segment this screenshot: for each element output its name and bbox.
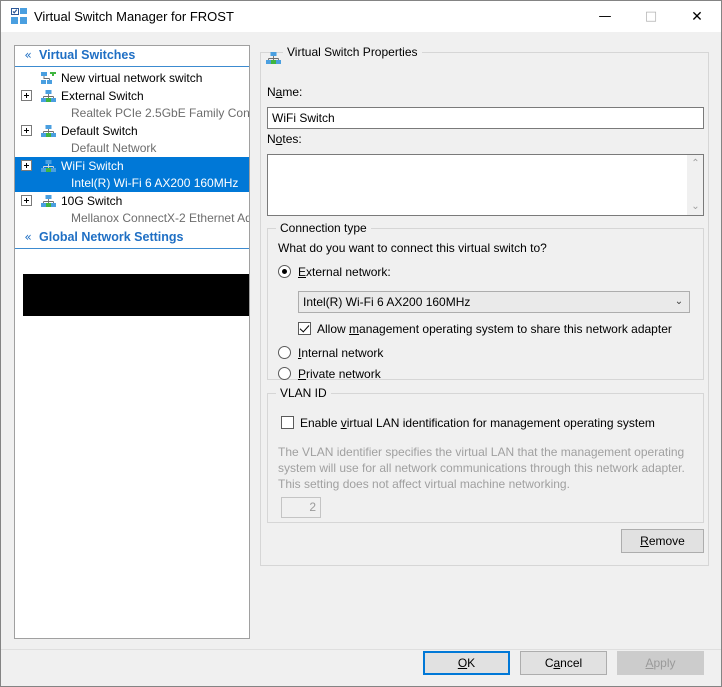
group-title: Connection type bbox=[276, 221, 371, 235]
tree-item-wifi-switch[interactable]: WiFi Switch bbox=[15, 157, 249, 175]
virtual-switch-manager-icon bbox=[11, 8, 28, 25]
group-title: Virtual Switch Properties bbox=[283, 45, 422, 59]
name-label: Name: bbox=[267, 85, 303, 99]
expand-icon[interactable] bbox=[21, 125, 32, 136]
tree-item-subtext: Intel(R) Wi-Fi 6 AX200 160MHz bbox=[71, 176, 239, 190]
tree-item-label: External Switch bbox=[61, 89, 144, 103]
radio-icon[interactable] bbox=[278, 265, 291, 278]
checkbox-icon[interactable] bbox=[281, 416, 294, 429]
virtual-switch-icon bbox=[266, 52, 281, 65]
expand-icon[interactable] bbox=[21, 90, 32, 101]
tree-item-subtext: Mellanox ConnectX-2 Ethernet Ad… bbox=[71, 211, 250, 225]
tree-item-default-switch[interactable]: Default Switch bbox=[15, 122, 249, 140]
virtual-switch-properties-group: Virtual Switch Properties Name: Notes: ⌃… bbox=[260, 45, 709, 566]
tree-item-label: 10G Switch bbox=[61, 194, 123, 208]
tree-item-10g-switch[interactable]: 10G Switch bbox=[15, 192, 249, 210]
close-button[interactable]: ✕ bbox=[674, 1, 720, 32]
tree-item-label: New virtual network switch bbox=[61, 71, 203, 85]
virtual-switch-manager-window: Virtual Switch Manager for FROST — □ ✕ «… bbox=[0, 0, 722, 687]
scroll-up-icon[interactable]: ⌃ bbox=[687, 155, 704, 172]
connection-type-group: Connection type What do you want to conn… bbox=[267, 221, 704, 381]
tree-section-label: Virtual Switches bbox=[39, 48, 136, 62]
ok-button[interactable]: OK bbox=[423, 651, 510, 675]
tree-item-subtext: Realtek PCIe 2.5GbE Family Contr… bbox=[71, 106, 250, 120]
vlan-id-spinner[interactable]: 2 bbox=[281, 497, 321, 518]
minimize-icon: — bbox=[598, 9, 612, 24]
maximize-button[interactable]: □ bbox=[628, 1, 674, 32]
notes-textarea[interactable]: ⌃ ⌄ bbox=[267, 154, 704, 216]
footer-separator bbox=[1, 649, 721, 650]
tree-item-external-switch[interactable]: External Switch bbox=[15, 87, 249, 105]
virtual-switch-icon bbox=[41, 125, 56, 138]
notes-label: Notes: bbox=[267, 132, 302, 146]
radio-label: External network: bbox=[298, 265, 391, 279]
apply-button[interactable]: Apply bbox=[617, 651, 704, 675]
minimize-button[interactable]: — bbox=[582, 1, 628, 32]
vlan-description: The VLAN identifier specifies the virtua… bbox=[278, 445, 685, 491]
checkbox-label: Allow management operating system to sha… bbox=[317, 322, 672, 336]
tree-item-new-virtual-network-switch[interactable]: New virtual network switch bbox=[15, 69, 249, 87]
window-title: Virtual Switch Manager for FROST bbox=[34, 9, 234, 24]
remove-button[interactable]: Remove bbox=[621, 529, 704, 553]
maximize-icon: □ bbox=[644, 9, 658, 24]
virtual-switches-tree[interactable]: « Virtual Switches New virtual network s… bbox=[14, 45, 250, 639]
tree-section-label: Global Network Settings bbox=[39, 230, 184, 244]
tree-item-label: WiFi Switch bbox=[61, 159, 124, 173]
external-adapter-select[interactable]: Intel(R) Wi-Fi 6 AX200 160MHz bbox=[298, 291, 690, 313]
redacted-region bbox=[23, 274, 249, 316]
title-bar: Virtual Switch Manager for FROST — □ ✕ bbox=[1, 1, 721, 32]
properties-pane: Virtual Switch Properties Name: Notes: ⌃… bbox=[260, 45, 709, 639]
tree-item-subtext: Default Network bbox=[71, 141, 157, 155]
tree-section-header-virtual-switches[interactable]: « Virtual Switches bbox=[15, 46, 249, 67]
switch-name-input[interactable] bbox=[267, 107, 704, 129]
expand-icon[interactable] bbox=[21, 195, 32, 206]
radio-icon[interactable] bbox=[278, 346, 291, 359]
radio-label: Internal network bbox=[298, 346, 384, 360]
tree-item-label: Default Switch bbox=[61, 124, 138, 138]
vlan-id-group: VLAN ID Enable virtual LAN identificatio… bbox=[267, 386, 704, 523]
new-virtual-switch-icon bbox=[41, 70, 56, 85]
chevron-up-icon: « bbox=[24, 48, 32, 62]
expand-icon[interactable] bbox=[21, 160, 32, 171]
checkbox-label: Enable virtual LAN identification for ma… bbox=[300, 416, 655, 430]
tree-item-10g-switch-adapter[interactable]: Mellanox ConnectX-2 Ethernet Ad… bbox=[15, 210, 249, 227]
notes-scrollbar[interactable]: ⌃ ⌄ bbox=[686, 155, 703, 215]
radio-icon[interactable] bbox=[278, 367, 291, 380]
tree-item-default-switch-network[interactable]: Default Network bbox=[15, 140, 249, 157]
tree-section-header-global-network-settings[interactable]: « Global Network Settings bbox=[15, 228, 249, 249]
checkbox-icon[interactable] bbox=[298, 322, 311, 335]
virtual-switch-icon bbox=[41, 90, 56, 103]
radio-label: Private network bbox=[298, 367, 381, 381]
tree-item-external-switch-adapter[interactable]: Realtek PCIe 2.5GbE Family Contr… bbox=[15, 105, 249, 122]
tree-item-wifi-switch-adapter[interactable]: Intel(R) Wi-Fi 6 AX200 160MHz bbox=[15, 175, 249, 192]
virtual-switch-icon bbox=[41, 160, 56, 173]
chevron-up-icon: « bbox=[24, 230, 32, 244]
cancel-button[interactable]: Cancel bbox=[520, 651, 607, 675]
virtual-switch-icon bbox=[41, 195, 56, 208]
connection-question: What do you want to connect this virtual… bbox=[278, 241, 547, 255]
group-title: VLAN ID bbox=[276, 386, 331, 400]
close-icon: ✕ bbox=[691, 8, 703, 25]
scroll-down-icon[interactable]: ⌄ bbox=[687, 198, 704, 215]
